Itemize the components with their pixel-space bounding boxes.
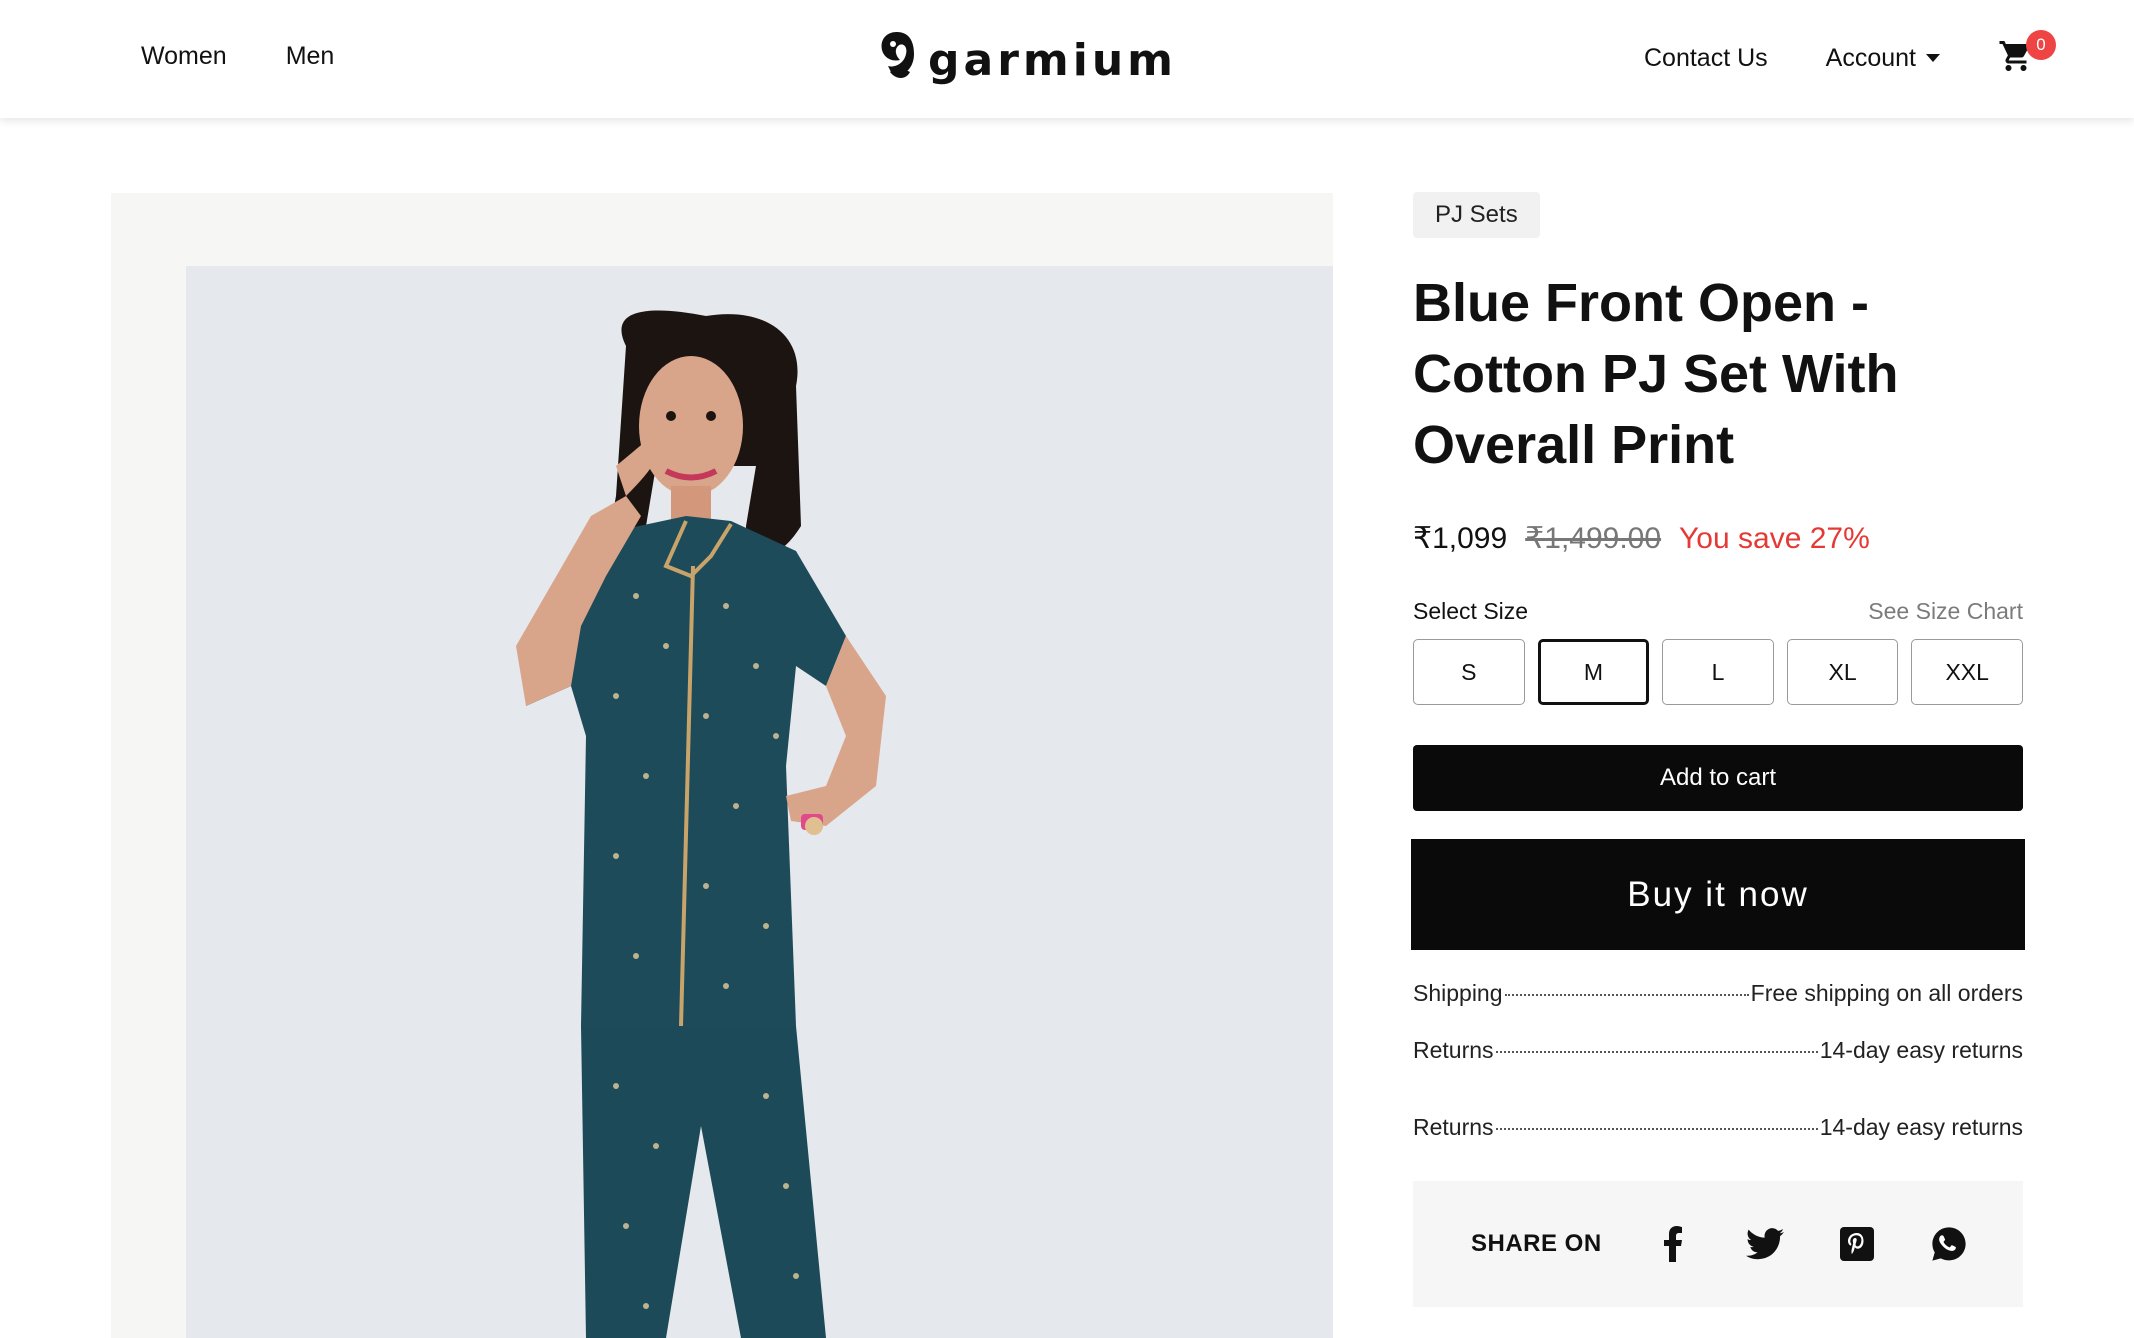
add-to-cart-button[interactable]: Add to cart bbox=[1413, 745, 2023, 811]
select-size-label: Select Size bbox=[1413, 598, 1529, 624]
account-label: Account bbox=[1825, 43, 1916, 72]
policy-label: Returns bbox=[1413, 1114, 1494, 1140]
dotted-leader bbox=[1495, 1128, 1818, 1130]
cart-button[interactable]: 0 bbox=[1998, 30, 2056, 78]
chevron-down-icon bbox=[1926, 54, 1940, 62]
dotted-leader bbox=[1495, 1051, 1818, 1053]
product-title: Blue Front Open - Cotton PJ Set With Ove… bbox=[1413, 273, 1899, 475]
policy-value: 14-day easy returns bbox=[1819, 1114, 2023, 1140]
twitter-icon[interactable] bbox=[1744, 1223, 1786, 1265]
logo-text: garmium bbox=[928, 35, 1177, 86]
size-option-s[interactable]: S bbox=[1413, 639, 1525, 705]
product-policies: Shipping Free shipping on all orders Ret… bbox=[1413, 980, 2023, 1141]
product-info: PJ Sets Blue Front Open - Cotton PJ Set … bbox=[1411, 192, 2025, 1307]
contact-us-link[interactable]: Contact Us bbox=[1644, 44, 1768, 73]
header-actions: Contact Us Account 0 bbox=[1644, 30, 2056, 78]
policy-label: Returns bbox=[1413, 1037, 1494, 1063]
share-bar: SHARE ON bbox=[1413, 1181, 2023, 1307]
cart-count-badge: 0 bbox=[2026, 30, 2056, 60]
policy-label: Shipping bbox=[1413, 980, 1503, 1006]
savings-badge: You save 27% bbox=[1679, 522, 1870, 555]
category-tag[interactable]: PJ Sets bbox=[1413, 192, 1540, 238]
model-illustration-icon bbox=[516, 310, 886, 1338]
policy-row: Shipping Free shipping on all orders bbox=[1413, 980, 2023, 1007]
size-option-xxl[interactable]: XXL bbox=[1911, 639, 2023, 705]
site-header: Women Men garmium Contact Us Account 0 bbox=[0, 0, 2134, 118]
compare-price: ₹1,499.00 bbox=[1525, 522, 1662, 555]
site-logo[interactable]: garmium bbox=[876, 28, 1177, 93]
share-label: SHARE ON bbox=[1471, 1230, 1602, 1257]
nav-men[interactable]: Men bbox=[286, 42, 335, 71]
size-option-l[interactable]: L bbox=[1662, 639, 1774, 705]
product-image[interactable] bbox=[186, 266, 1333, 1338]
dotted-leader bbox=[1504, 994, 1749, 996]
cart-icon bbox=[1998, 41, 2034, 78]
size-selector-header: Select Size See Size Chart bbox=[1413, 598, 2023, 625]
policy-value: Free shipping on all orders bbox=[1750, 980, 2023, 1006]
size-option-xl[interactable]: XL bbox=[1786, 639, 1899, 705]
whatsapp-icon[interactable] bbox=[1928, 1223, 1970, 1265]
pinterest-icon[interactable] bbox=[1836, 1223, 1878, 1265]
account-dropdown[interactable]: Account bbox=[1826, 44, 1940, 73]
price-row: ₹1,099 ₹1,499.00 You save 27% bbox=[1413, 521, 2023, 556]
buy-now-button[interactable]: Buy it now bbox=[1411, 839, 2025, 950]
policy-value: 14-day easy returns bbox=[1819, 1037, 2023, 1063]
sale-price: ₹1,099 bbox=[1413, 522, 1508, 555]
size-options: S M L XL XXL bbox=[1413, 639, 2023, 705]
main-nav: Women Men bbox=[141, 42, 334, 71]
size-option-m[interactable]: M bbox=[1537, 639, 1650, 705]
logo-mark-icon bbox=[876, 28, 918, 93]
policy-row: Returns 14-day easy returns bbox=[1413, 1114, 2023, 1141]
policy-row: Returns 14-day easy returns bbox=[1413, 1037, 2023, 1064]
size-chart-link[interactable]: See Size Chart bbox=[1868, 598, 2023, 625]
product-gallery bbox=[111, 193, 1333, 1338]
facebook-icon[interactable] bbox=[1652, 1223, 1694, 1265]
nav-women[interactable]: Women bbox=[141, 42, 227, 71]
share-icons bbox=[1652, 1223, 1970, 1265]
